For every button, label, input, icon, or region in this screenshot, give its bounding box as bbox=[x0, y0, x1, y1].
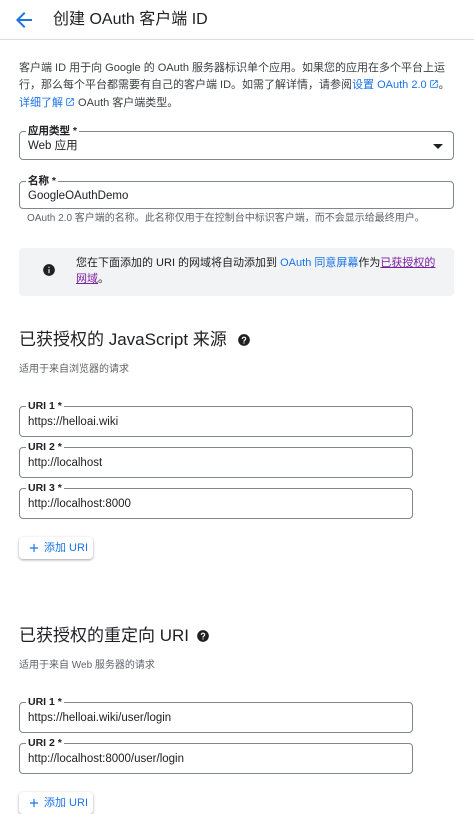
arrow-back-icon[interactable] bbox=[12, 8, 36, 32]
dropdown-arrow-icon bbox=[433, 144, 443, 149]
js-origin-uri-2[interactable]: URI 2 * http://localhost bbox=[19, 440, 413, 478]
app-type-select[interactable]: 应用类型 * Web 应用 bbox=[19, 124, 454, 160]
intro-text: 客户端 ID 用于向 Google 的 OAuth 服务器标识单个应用。如果您的… bbox=[19, 60, 455, 113]
help-icon[interactable] bbox=[237, 333, 251, 347]
uri-value: https://helloai.wiki/user/login bbox=[28, 712, 172, 724]
uri-label: URI 2 * bbox=[26, 440, 64, 454]
notice-text: 您在下面添加的 URI 的网域将自动添加到 OAuth 同意屏幕作为已获授权的网… bbox=[76, 255, 438, 287]
uri-value: http://localhost:8000/user/login bbox=[28, 753, 184, 765]
app-type-value: Web 应用 bbox=[28, 140, 78, 152]
notice-text-part: 作为 bbox=[358, 257, 381, 269]
uri-value: http://localhost bbox=[28, 457, 103, 469]
learn-more-link-label: 详细了解 bbox=[19, 97, 63, 109]
uri-value: https://helloai.wiki bbox=[28, 416, 119, 428]
add-uri-label: 添加 URI bbox=[44, 542, 88, 554]
app-type-label: 应用类型 * bbox=[26, 124, 80, 138]
intro-text-part: 。 bbox=[438, 79, 450, 91]
js-origins-title: 已获授权的 JavaScript 来源 bbox=[19, 330, 227, 349]
setup-oauth-link-label: 设置 OAuth 2.0 bbox=[352, 79, 427, 91]
add-uri-label: 添加 URI bbox=[44, 797, 88, 809]
add-redirect-uri-button[interactable]: 添加 URI bbox=[19, 792, 93, 814]
top-bar: 创建 OAuth 客户端 ID bbox=[0, 0, 474, 40]
uri-label: URI 3 * bbox=[26, 481, 64, 495]
external-link-icon bbox=[65, 96, 75, 113]
domain-notice: 您在下面添加的 URI 的网域将自动添加到 OAuth 同意屏幕作为已获授权的网… bbox=[19, 248, 454, 296]
external-link-icon bbox=[429, 78, 439, 95]
js-origin-uri-3[interactable]: URI 3 * http://localhost:8000 bbox=[19, 481, 413, 519]
uri-value: http://localhost:8000 bbox=[28, 498, 131, 510]
info-icon bbox=[42, 263, 56, 277]
name-label: 名称 * bbox=[26, 174, 59, 188]
help-icon[interactable] bbox=[196, 629, 210, 643]
redirect-uris-title: 已获授权的重定向 URI bbox=[19, 626, 189, 645]
oauth-consent-link[interactable]: OAuth 同意屏幕 bbox=[280, 257, 358, 269]
name-value: GoogleOAuthDemo bbox=[28, 190, 129, 202]
uri-label: URI 2 * bbox=[26, 736, 64, 750]
js-origin-uri-1[interactable]: URI 1 * https://helloai.wiki bbox=[19, 399, 413, 437]
notice-text-part: 。 bbox=[98, 273, 109, 285]
intro-text-part: OAuth 客户端类型。 bbox=[75, 97, 179, 109]
notice-text-part: 您在下面添加的 URI 的网域将自动添加到 bbox=[76, 257, 281, 269]
plus-icon bbox=[27, 796, 41, 810]
add-js-origin-button[interactable]: 添加 URI bbox=[19, 537, 93, 559]
redirect-uri-2[interactable]: URI 2 * http://localhost:8000/user/login bbox=[19, 736, 413, 774]
uri-label: URI 1 * bbox=[26, 399, 64, 413]
setup-oauth-link[interactable]: 设置 OAuth 2.0 bbox=[352, 79, 439, 91]
redirect-uris-subtitle: 适用于来自 Web 服务器的请求 bbox=[19, 660, 155, 671]
name-hint: OAuth 2.0 客户端的名称。此名称仅用于在控制台中标识客户端，而不会显示给… bbox=[27, 213, 425, 224]
redirect-uri-1[interactable]: URI 1 * https://helloai.wiki/user/login bbox=[19, 695, 413, 733]
name-field[interactable]: 名称 * GoogleOAuthDemo bbox=[19, 174, 454, 209]
plus-icon bbox=[27, 541, 41, 555]
js-origins-subtitle: 适用于来自浏览器的请求 bbox=[19, 364, 129, 375]
page-title: 创建 OAuth 客户端 ID bbox=[53, 11, 208, 28]
learn-more-link[interactable]: 详细了解 bbox=[19, 97, 75, 109]
uri-label: URI 1 * bbox=[26, 695, 64, 709]
